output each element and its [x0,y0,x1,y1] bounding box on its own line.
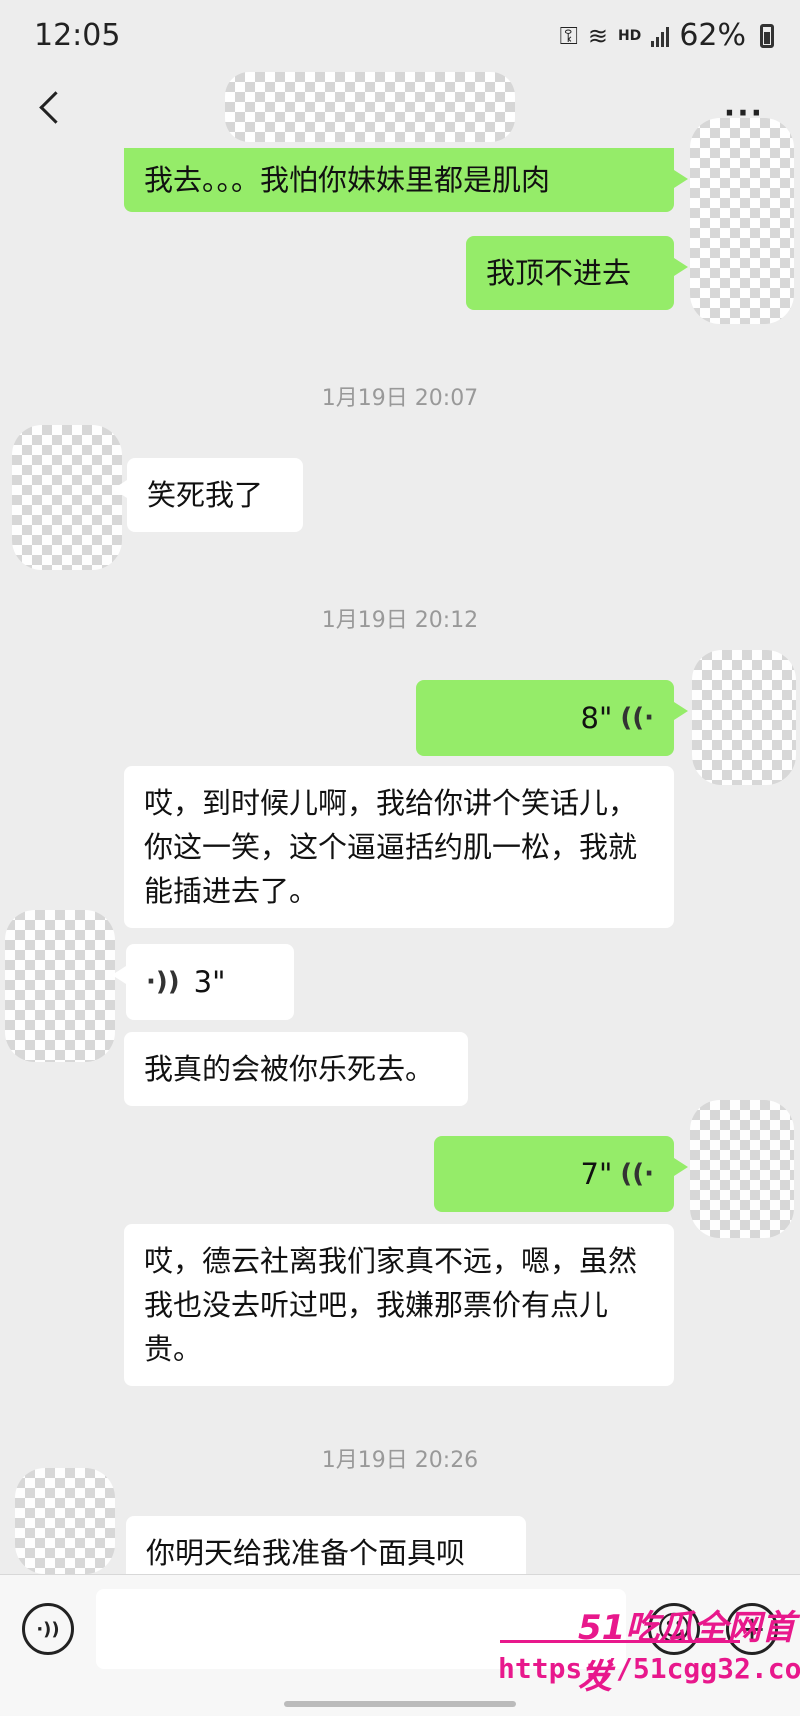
voice-wave-icon: ·)) [146,967,180,997]
voice-duration: 3" [193,965,226,999]
voice-wave-icon: ((· [620,703,654,733]
voice-wave-icon: ((· [620,1159,654,1189]
message-text: 笑死我了 [147,478,264,512]
message-bubble-sent[interactable]: 我顶不进去 [466,236,688,310]
contact-avatar[interactable] [5,910,115,1062]
message-bubble-received[interactable]: 哎，到时候儿啊，我给你讲个笑话儿，你这一笑，这个逼逼括约肌一松，我就能插进去了。 [124,766,674,928]
watermark-url: https://51cgg32.com [498,1652,800,1685]
message-bubble-received[interactable]: 哎，德云社离我们家真不远，嗯，虽然我也没去听过吧，我嫌那票价有点儿贵。 [124,1224,674,1386]
voice-input-button[interactable]: ·)) [22,1603,74,1655]
message-bubble-received[interactable]: 笑死我了 [113,458,303,532]
voice-duration: 7" [580,1157,613,1191]
watermark-divider [500,1640,740,1643]
back-button[interactable] [32,86,72,126]
signal-icon [651,25,670,47]
voice-message-received[interactable]: ·)) 3" [112,944,294,1020]
message-text: 我去。。。我怕你妹妹里都是肌肉 [144,163,551,197]
status-bar: 12:05 ⚿ ≋ HD 62% [0,0,800,72]
my-avatar[interactable] [692,650,796,785]
status-time: 12:05 [34,18,121,53]
timestamp: 1月19日 20:12 [321,608,479,633]
message-bubble-received[interactable]: 你明天给我准备个面具呗 [126,1516,526,1574]
status-icons: ⚿ ≋ HD 62% [560,18,774,53]
key-icon: ⚿ [559,21,578,50]
message-bubble-sent[interactable]: 我去。。。我怕你妹妹里都是肌肉 [124,148,688,212]
home-indicator[interactable] [284,1701,516,1707]
voice-message-sent[interactable]: 8" ((· [416,680,688,756]
battery-percent: 62% [679,18,746,53]
voice-message-sent[interactable]: 7" ((· [434,1136,688,1212]
battery-icon [760,23,774,48]
contact-avatar[interactable] [15,1468,115,1574]
wifi-icon: ≋ [587,21,608,50]
my-avatar[interactable] [690,1100,794,1238]
my-avatar[interactable] [690,118,794,324]
chat-header: ··· [0,72,800,150]
contact-avatar[interactable] [12,425,122,570]
message-bubble-received[interactable]: 我真的会被你乐死去。 [124,1032,468,1106]
voice-duration: 8" [580,701,613,735]
timestamp: 1月19日 20:26 [321,1448,479,1473]
contact-name-redacted [225,72,515,142]
message-text: 我真的会被你乐死去。 [144,1052,435,1086]
message-text: 哎，德云社离我们家真不远，嗯，虽然我也没去听过吧，我嫌那票价有点儿贵。 [144,1244,638,1366]
voice-icon: ·)) [36,1618,60,1640]
message-text: 你明天给我准备个面具呗 [146,1536,466,1570]
hd-label: HD [617,27,642,44]
message-text: 哎，到时候儿啊，我给你讲个笑话儿，你这一笑，这个逼逼括约肌一松，我就能插进去了。 [144,786,638,908]
message-text: 我顶不进去 [486,256,632,290]
timestamp: 1月19日 20:07 [321,386,479,411]
